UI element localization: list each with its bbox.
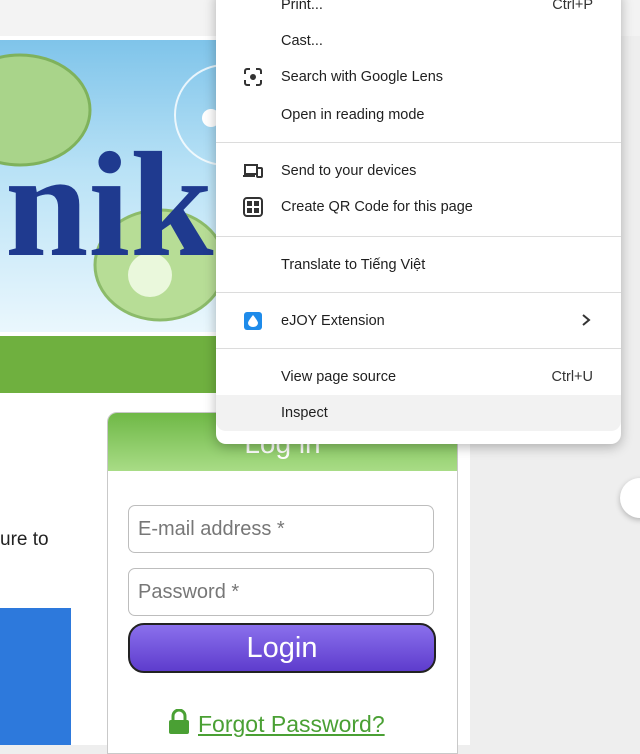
- menu-divider: [216, 292, 621, 293]
- menu-item-print[interactable]: Print... Ctrl+P: [216, 0, 621, 22]
- menu-item-shortcut: Ctrl+P: [552, 0, 593, 13]
- forgot-password[interactable]: Forgot Password?: [168, 708, 385, 740]
- menu-item-label: Translate to Tiếng Việt: [281, 257, 426, 273]
- menu-item-shortcut: Ctrl+U: [551, 369, 594, 385]
- menu-item-label: Send to your devices: [281, 163, 417, 179]
- floating-extension-button[interactable]: [620, 478, 640, 518]
- menu-item-google-lens[interactable]: Search with Google Lens: [216, 60, 621, 94]
- menu-item-label: Create QR Code for this page: [281, 199, 473, 215]
- qr-code-icon: [243, 197, 263, 217]
- menu-item-inspect[interactable]: Inspect: [216, 395, 621, 431]
- menu-item-reading-mode[interactable]: Open in reading mode: [216, 98, 621, 132]
- email-field[interactable]: [128, 505, 434, 553]
- menu-item-view-source[interactable]: View page source Ctrl+U: [216, 360, 621, 394]
- blue-panel: [0, 608, 71, 745]
- login-button[interactable]: Login: [128, 623, 436, 673]
- menu-item-label: Inspect: [281, 405, 328, 421]
- devices-icon: [243, 161, 263, 181]
- login-card: Log in Login Forgot Password?: [107, 412, 458, 754]
- menu-item-label: Search with Google Lens: [281, 69, 444, 85]
- ejoy-icon: [243, 311, 263, 331]
- google-lens-icon: [243, 67, 263, 87]
- lock-icon: [168, 708, 190, 740]
- menu-item-label: View page source: [281, 369, 397, 385]
- menu-divider: [216, 236, 621, 237]
- menu-item-translate[interactable]: Translate to Tiếng Việt: [216, 248, 621, 282]
- menu-item-label: Print...: [281, 0, 323, 13]
- menu-item-label: eJOY Extension: [281, 313, 385, 329]
- menu-item-label: Open in reading mode: [281, 107, 425, 123]
- menu-divider: [216, 142, 621, 143]
- side-text: ure to: [0, 529, 49, 550]
- context-menu: Print... Ctrl+P Cast... Search with Goog…: [216, 0, 621, 444]
- password-field[interactable]: [128, 568, 434, 616]
- menu-item-ejoy[interactable]: eJOY Extension: [216, 304, 621, 338]
- forgot-password-link[interactable]: Forgot Password?: [198, 711, 385, 738]
- menu-divider: [216, 348, 621, 349]
- chevron-right-icon: [581, 313, 591, 331]
- menu-item-cast[interactable]: Cast...: [216, 24, 621, 58]
- menu-item-label: Cast...: [281, 33, 323, 49]
- menu-item-qr-code[interactable]: Create QR Code for this page: [216, 190, 621, 224]
- menu-item-send-devices[interactable]: Send to your devices: [216, 154, 621, 188]
